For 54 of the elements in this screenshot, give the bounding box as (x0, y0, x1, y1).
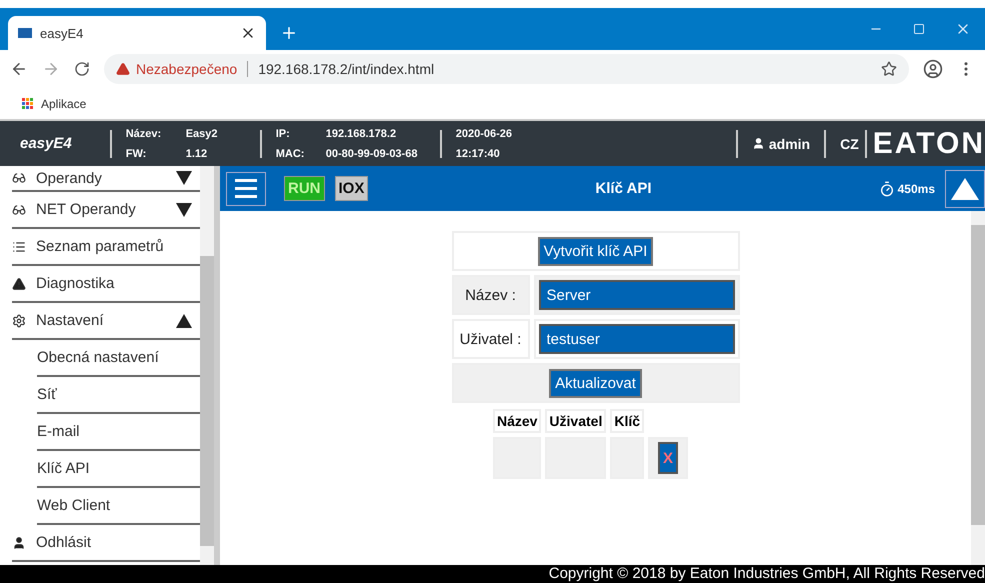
field-label: Uživatel : (460, 330, 522, 348)
column-header: Uživatel (545, 409, 606, 433)
run-status: RUN (284, 176, 324, 201)
list-icon (12, 240, 26, 254)
back-icon[interactable] (10, 60, 28, 78)
reload-icon[interactable] (74, 61, 90, 77)
scrollbar[interactable] (200, 166, 214, 565)
favicon-icon (18, 28, 32, 38)
glasses-icon (12, 171, 26, 185)
info-label: Název: (126, 128, 162, 140)
info-value: 1.12 (186, 148, 208, 160)
update-button[interactable]: Aktualizovat (549, 368, 642, 398)
page-title: Klíč API (595, 180, 652, 197)
profile-icon[interactable] (923, 59, 943, 79)
footer-text: Copyright © 2018 by Eaton Industries GmbH, All Rights Reserved (0, 565, 985, 583)
create-key-button[interactable]: Vytvořit klíč API (538, 236, 654, 266)
url-text: 192.168.178.2/int/index.html (258, 61, 434, 77)
warning-icon (12, 276, 26, 290)
info-value: 00-80-99-09-03-68 (326, 148, 418, 160)
info-label: FW: (126, 148, 148, 160)
new-tab-icon[interactable] (280, 24, 298, 42)
user-icon (752, 137, 765, 150)
settings-icon (12, 314, 26, 328)
cycle-time: 450ms (898, 182, 935, 196)
star-icon[interactable] (881, 61, 897, 77)
address-bar[interactable]: Nezabezpečeno 192.168.178.2/int/index.html (104, 54, 909, 84)
field-label: Název : (465, 286, 516, 304)
info-value: 192.168.178.2 (326, 128, 398, 140)
user-icon (12, 536, 26, 550)
time-text: 12:17:40 (456, 148, 501, 160)
user-name[interactable]: admin (768, 136, 810, 152)
tab-title: easyE4 (40, 26, 84, 40)
date-text: 2020-06-26 (456, 128, 512, 140)
browser-tab[interactable]: easyE4 (8, 16, 266, 50)
input-field[interactable]: Server (538, 280, 734, 310)
glasses-icon (12, 202, 26, 216)
maximize-icon[interactable] (913, 23, 925, 35)
scrollbar[interactable] (971, 211, 985, 565)
up-button[interactable] (945, 170, 985, 208)
security-label: Nezabezpečeno (136, 61, 238, 77)
input-field[interactable]: testuser (538, 324, 734, 354)
iox-status: IOX (334, 176, 368, 201)
column-header: Klíč (610, 409, 644, 433)
info-value: Easy2 (186, 128, 219, 140)
column-header: Název (492, 409, 542, 433)
language-link[interactable]: CZ (840, 136, 859, 152)
warning-icon (116, 62, 130, 76)
menu-button[interactable] (226, 172, 266, 206)
timer-icon (878, 180, 895, 196)
bookmark-link[interactable]: Aplikace (41, 96, 86, 110)
apps-icon[interactable] (22, 98, 33, 109)
info-label: MAC: (276, 148, 306, 160)
info-label: IP: (276, 128, 291, 140)
brand-text: easyE4 (20, 135, 72, 152)
